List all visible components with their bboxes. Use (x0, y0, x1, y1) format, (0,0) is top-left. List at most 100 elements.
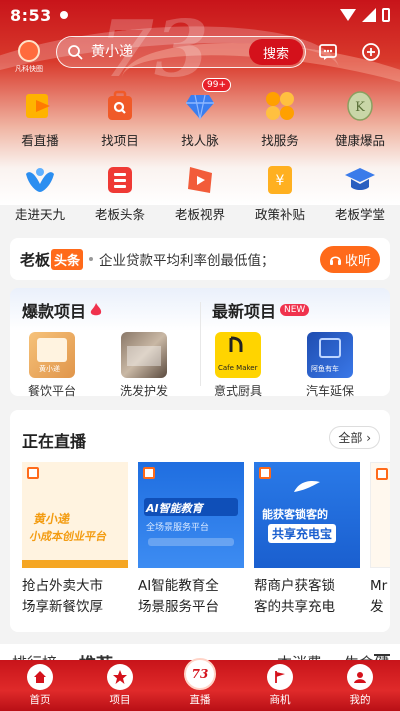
project-thumbnail: 阿鱼有车 (307, 332, 353, 378)
school-icon (342, 162, 378, 198)
news-headline[interactable]: 企业贷款平均利率创最低值； (99, 249, 309, 269)
profile-icon (347, 664, 373, 690)
bottom-navigation: 首页 项目 73 直播 商机 我的 (0, 658, 400, 711)
nav-home[interactable]: 首页 (0, 660, 80, 711)
project-item-car-warranty[interactable]: 阿鱼有车 汽车延保 (284, 332, 376, 399)
thumb-title: 黄小递 (32, 512, 72, 526)
grid-item-find-service[interactable]: 找服务 (240, 88, 320, 149)
listen-button[interactable]: 收听 (319, 245, 380, 273)
grid-label: 健康爆品 (334, 133, 385, 148)
projects-card: 爆款项目 黄小递 餐饮平台 洗发护发 最新项目 NEW Cafe Maker 意… (10, 288, 392, 399)
search-input[interactable] (91, 44, 231, 60)
diamond-icon: 99+ (182, 78, 231, 124)
flower-icon (262, 88, 298, 124)
grid-item-policy-subsidy[interactable]: ¥ 政策补贴 (240, 162, 320, 223)
live-thumbnail: 黄小递 小成本创业平台 (22, 462, 128, 568)
new-projects-title[interactable]: 最新项目 (212, 298, 276, 322)
grid-label: 找服务 (261, 133, 299, 148)
live-item[interactable]: 黄小递 小成本创业平台 抢占外卖大市 场享新餐饮厚 (22, 462, 128, 618)
search-bar[interactable]: 搜索 (56, 36, 306, 68)
fire-icon (90, 303, 102, 316)
grid-item-boss-headlines[interactable]: 老板头条 (80, 162, 160, 223)
news-brand: 老板 (20, 250, 51, 269)
new-badge: NEW (280, 304, 310, 316)
home-icon (27, 664, 53, 690)
news-ticker[interactable]: 老板 头条 企业贷款平均利率创最低值； 收听 (10, 238, 390, 280)
status-time: 8:53 (10, 5, 52, 25)
status-bar: 8:53 (0, 0, 400, 30)
listen-button-label: 收听 (344, 253, 371, 269)
new-projects-section: 最新项目 NEW Cafe Maker 意式厨具 阿鱼有车 汽车延保 (212, 298, 392, 399)
notification-dot-icon (59, 11, 68, 19)
grid-item-find-contacts[interactable]: 99+ 找人脉 (160, 78, 240, 149)
thumb-title: AI智能教育 (146, 502, 203, 515)
live-thumbnail (370, 462, 390, 568)
thumb-title: 能获客锁客的 (262, 508, 328, 521)
project-thumbnail (121, 332, 167, 378)
grid-label: 看直播 (21, 133, 59, 148)
flag-icon (267, 664, 293, 690)
search-button[interactable]: 搜索 (249, 39, 303, 65)
nav-label: 我的 (349, 694, 371, 706)
grid-item-find-project[interactable]: 找项目 (80, 88, 160, 149)
live-section-title: 正在直播 (22, 432, 87, 451)
nav-profile[interactable]: 我的 (320, 660, 400, 711)
live-item[interactable]: AI智能教育 全场景服务平台 AI智能教育全 场景服务平台 (138, 462, 244, 618)
live-logo-icon (143, 467, 155, 479)
nav-live[interactable]: 73 直播 (160, 658, 240, 711)
bird-icon (22, 162, 58, 198)
grid-label: 找项目 (101, 133, 139, 148)
grid-label: 走进天九 (14, 207, 65, 222)
wifi-icon (340, 9, 356, 21)
grid-label: 找人脉 (181, 133, 219, 148)
live-item-text: 抢占外卖大市 (22, 578, 103, 594)
project-item-haircare[interactable]: 洗发护发 (98, 332, 190, 399)
live-item-text: 场享新餐饮厚 (22, 599, 103, 615)
grid-item-watch-live[interactable]: 看直播 (0, 88, 80, 149)
grid-item-boss-vision[interactable]: 老板视界 (160, 162, 240, 223)
nav-business[interactable]: 商机 (240, 660, 320, 711)
live-item[interactable]: 能获客锁客的 共享充电宝 帮商户获客锁 客的共享充电 (254, 462, 360, 618)
grid-label: 老板头条 (94, 207, 145, 222)
live-item-text: Mr (370, 578, 388, 594)
thumb-text: 黄小递 (39, 365, 60, 373)
headphones-icon (329, 255, 341, 265)
view-all-button[interactable]: 全部 › (329, 426, 380, 449)
project-item-kitchenware[interactable]: Cafe Maker 意式厨具 (192, 332, 284, 399)
nav-label: 商机 (269, 694, 291, 706)
hot-projects-section: 爆款项目 黄小递 餐饮平台 洗发护发 (22, 298, 202, 399)
grid-label: 政策补贴 (254, 207, 305, 222)
video-icon (182, 162, 218, 198)
hot-projects-title[interactable]: 爆款项目 (22, 298, 86, 322)
news-tag: 头条 (51, 248, 84, 270)
nav-label: 直播 (189, 694, 211, 706)
nav-label: 项目 (109, 694, 131, 706)
grid-item-health-products[interactable]: K 健康爆品 (320, 88, 400, 149)
nav-projects[interactable]: 项目 (80, 660, 160, 711)
message-icon[interactable] (318, 42, 338, 62)
thumb-subtitle: 共享充电宝 (268, 524, 337, 543)
headline-icon (102, 162, 138, 198)
live-item[interactable]: Mr 发 (370, 462, 390, 618)
grid-item-about-tianjiu[interactable]: 走进天九 (0, 162, 80, 223)
thumb-subtitle: 小成本创业平台 (28, 530, 109, 543)
project-item-catering[interactable]: 黄小递 餐饮平台 (6, 332, 98, 399)
shortcut-grid-row-2: 走进天九 老板头条 老板视界 ¥ 政策补贴 老板学堂 (0, 162, 400, 223)
live-logo-icon (376, 468, 388, 480)
app-logo[interactable]: 凡科快图 (10, 40, 48, 78)
bullet-icon (89, 257, 94, 261)
live-item-text: 场景服务平台 (138, 599, 219, 615)
project-thumbnail: Cafe Maker (215, 332, 261, 378)
grid-item-boss-school[interactable]: 老板学堂 (320, 162, 400, 223)
health-icon: K (342, 88, 378, 124)
add-circle-icon[interactable] (361, 42, 381, 62)
battery-icon (382, 8, 390, 22)
logo-text: 凡科快图 (15, 65, 43, 73)
subsidy-icon: ¥ (262, 162, 298, 198)
live-logo-icon (259, 467, 271, 479)
live-logo-icon (27, 467, 39, 479)
live-item-text: 发 (370, 599, 384, 615)
svg-text:K: K (355, 100, 365, 115)
logo-badge-icon (18, 40, 40, 62)
star-icon (107, 664, 133, 690)
